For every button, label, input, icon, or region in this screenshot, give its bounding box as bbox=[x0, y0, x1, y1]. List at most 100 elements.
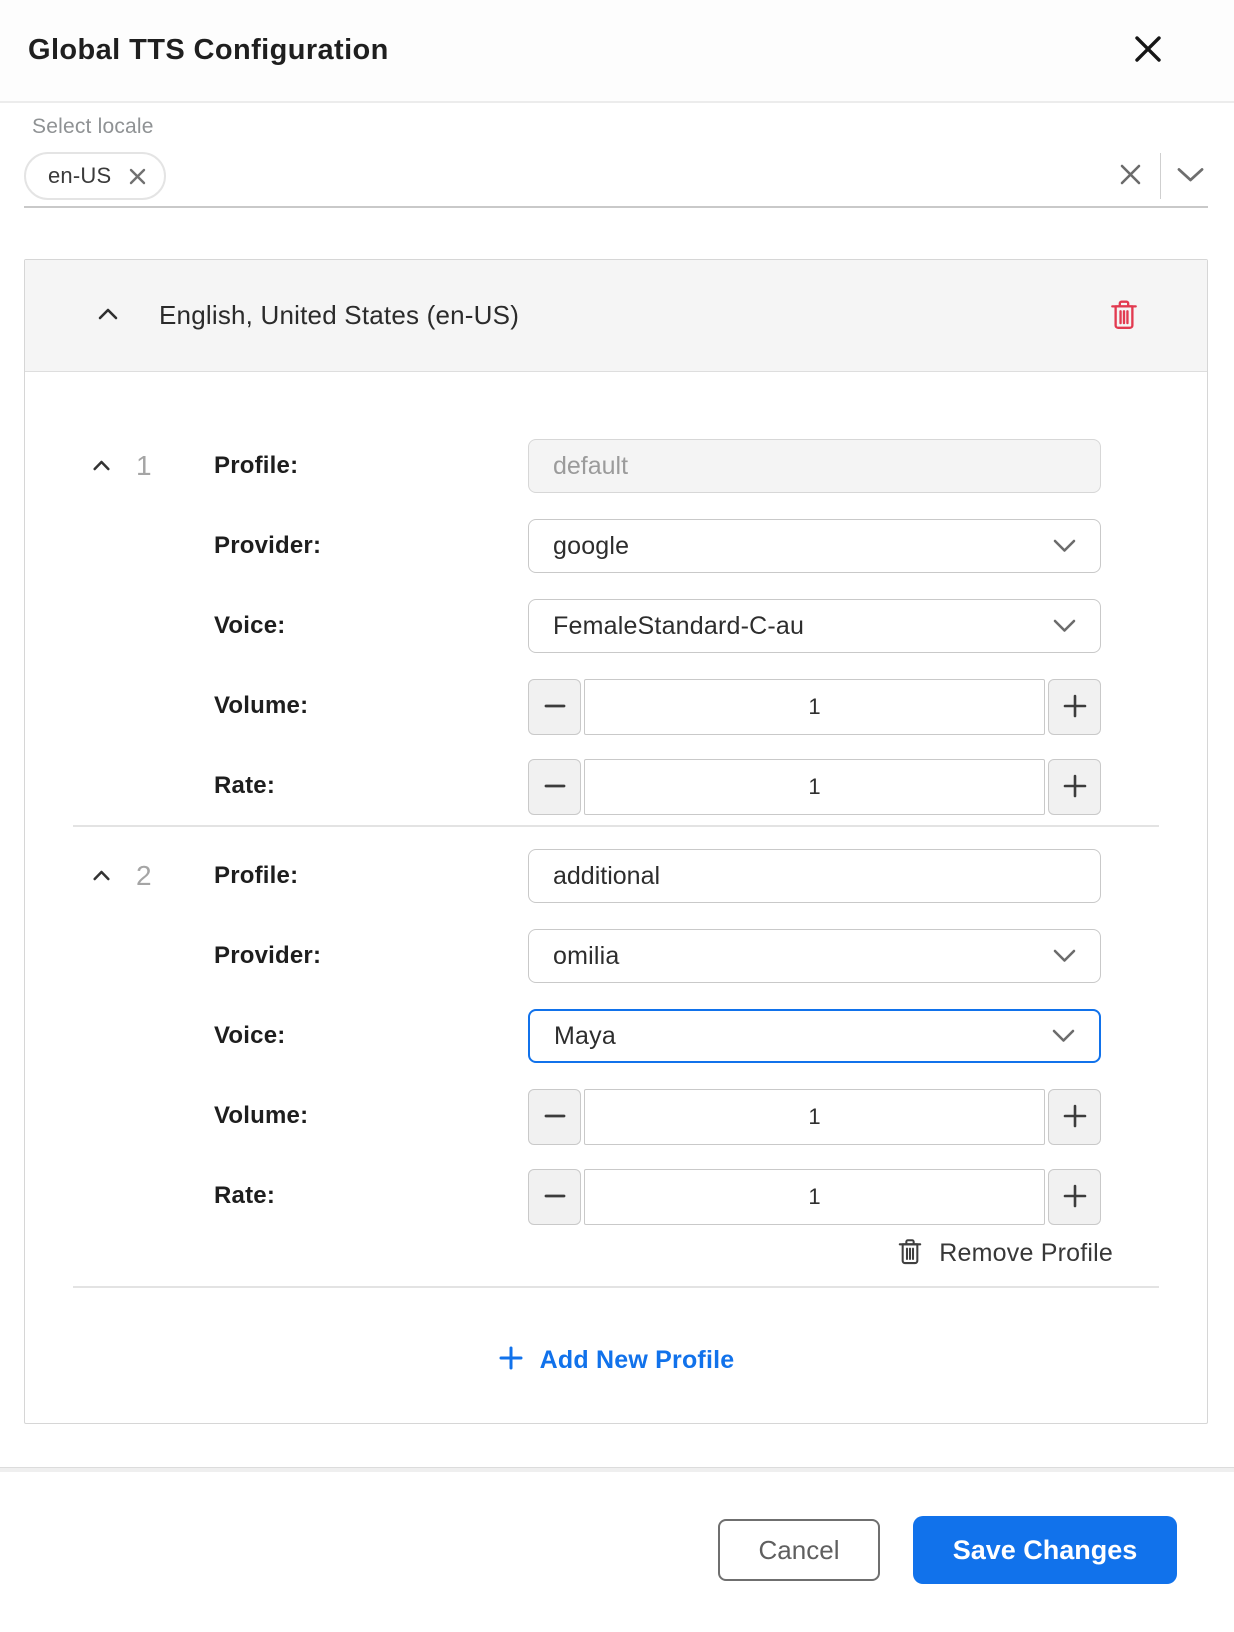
volume-increment-button[interactable] bbox=[1048, 679, 1101, 735]
cancel-button[interactable]: Cancel bbox=[718, 1519, 880, 1581]
profile-index: 2 bbox=[136, 860, 152, 892]
plus-icon bbox=[1062, 1103, 1088, 1132]
provider-select[interactable]: omilia bbox=[528, 929, 1101, 983]
rate-label: Rate: bbox=[214, 1182, 528, 1210]
volume-input[interactable] bbox=[584, 679, 1045, 735]
rate-increment-button[interactable] bbox=[1048, 759, 1101, 815]
chevron-down-icon bbox=[1053, 949, 1076, 963]
minus-icon bbox=[543, 774, 567, 801]
minus-icon bbox=[543, 1184, 567, 1211]
dialog-header: Global TTS Configuration bbox=[0, 0, 1234, 103]
rate-decrement-button[interactable] bbox=[528, 759, 581, 815]
collapse-profile-1-button[interactable] bbox=[89, 455, 114, 478]
rate-stepper bbox=[528, 759, 1101, 815]
locale-chip[interactable]: en-US bbox=[24, 152, 166, 200]
locale-select-input[interactable]: en-US bbox=[24, 152, 1208, 208]
profile-index: 1 bbox=[136, 450, 152, 482]
provider-selected-value: omilia bbox=[553, 942, 620, 971]
volume-row: Volume: bbox=[25, 1089, 1207, 1143]
chevron-down-icon bbox=[1053, 539, 1076, 553]
chevron-down-icon bbox=[1177, 167, 1204, 186]
footer-actions: Cancel Save Changes bbox=[0, 1516, 1234, 1584]
volume-increment-button[interactable] bbox=[1048, 1089, 1101, 1145]
trash-icon-red bbox=[1109, 298, 1139, 333]
controls-divider bbox=[1160, 153, 1161, 199]
locale-card-header[interactable]: English, United States (en-US) bbox=[25, 260, 1207, 372]
provider-row: Provider: omilia bbox=[25, 929, 1207, 983]
volume-decrement-button[interactable] bbox=[528, 1089, 581, 1145]
profile-gutter: 2 bbox=[25, 860, 214, 892]
add-new-profile-button[interactable]: Add New Profile bbox=[25, 1338, 1207, 1382]
volume-label: Volume: bbox=[214, 1102, 528, 1130]
dialog-title: Global TTS Configuration bbox=[28, 34, 389, 67]
volume-label: Volume: bbox=[214, 692, 528, 720]
chevron-down-icon bbox=[1053, 619, 1076, 633]
footer-divider bbox=[0, 1467, 1234, 1472]
close-button[interactable] bbox=[1128, 29, 1168, 72]
voice-row: Voice: FemaleStandard-C-au bbox=[25, 599, 1207, 653]
voice-selected-value: FemaleStandard-C-au bbox=[553, 612, 804, 641]
profile-name-input[interactable] bbox=[528, 849, 1101, 903]
provider-label: Provider: bbox=[214, 942, 528, 970]
chevron-up-icon bbox=[98, 308, 118, 323]
rate-increment-button[interactable] bbox=[1048, 1169, 1101, 1225]
rate-row: Rate: bbox=[25, 1169, 1207, 1223]
trash-icon bbox=[897, 1237, 923, 1270]
rate-input[interactable] bbox=[584, 759, 1045, 815]
locale-chip-label: en-US bbox=[48, 163, 111, 189]
volume-decrement-button[interactable] bbox=[528, 679, 581, 735]
volume-input[interactable] bbox=[584, 1089, 1045, 1145]
locale-select-section: Select locale en-US bbox=[0, 115, 1234, 208]
minus-icon bbox=[543, 1104, 567, 1131]
provider-select[interactable]: google bbox=[528, 519, 1101, 573]
plus-icon bbox=[1062, 693, 1088, 722]
delete-locale-button[interactable] bbox=[1105, 294, 1143, 337]
locale-card-title: English, United States (en-US) bbox=[159, 300, 519, 331]
rate-input[interactable] bbox=[584, 1169, 1045, 1225]
profile-label: Profile: bbox=[214, 862, 528, 890]
remove-profile-button[interactable]: Remove Profile bbox=[25, 1233, 1113, 1273]
open-dropdown-button[interactable] bbox=[1173, 163, 1208, 190]
provider-label: Provider: bbox=[214, 532, 528, 560]
rate-label: Rate: bbox=[214, 772, 528, 800]
chip-remove-icon[interactable] bbox=[127, 166, 148, 187]
rate-stepper bbox=[528, 1169, 1101, 1225]
volume-stepper bbox=[528, 1089, 1101, 1145]
rate-row: Rate: bbox=[25, 759, 1207, 813]
profile-name-row: 2 Profile: bbox=[25, 849, 1207, 903]
minus-icon bbox=[543, 694, 567, 721]
close-icon bbox=[1132, 33, 1164, 68]
voice-select-focused[interactable]: Maya bbox=[528, 1009, 1101, 1063]
remove-profile-label: Remove Profile bbox=[939, 1239, 1113, 1268]
profile-block-2: 2 Profile: Provider: omilia bbox=[25, 849, 1207, 1223]
section-divider bbox=[73, 1286, 1159, 1288]
profile-gutter: 1 bbox=[25, 450, 214, 482]
profile-divider bbox=[73, 825, 1159, 827]
voice-select[interactable]: FemaleStandard-C-au bbox=[528, 599, 1101, 653]
plus-icon bbox=[1062, 773, 1088, 802]
collapse-locale-button[interactable] bbox=[94, 304, 122, 327]
profile-name-input[interactable] bbox=[528, 439, 1101, 493]
chevron-up-icon bbox=[93, 869, 110, 884]
voice-label: Voice: bbox=[214, 612, 528, 640]
profile-label: Profile: bbox=[214, 452, 528, 480]
global-tts-dialog: Global TTS Configuration Select locale e… bbox=[0, 0, 1234, 1632]
volume-row: Volume: bbox=[25, 679, 1207, 733]
save-changes-button[interactable]: Save Changes bbox=[913, 1516, 1177, 1584]
locale-select-controls bbox=[1113, 153, 1208, 199]
chevron-up-icon bbox=[93, 459, 110, 474]
chevron-down-icon bbox=[1052, 1029, 1075, 1043]
add-new-profile-label: Add New Profile bbox=[540, 1346, 735, 1375]
profile-name-row: 1 Profile: bbox=[25, 439, 1207, 493]
clear-selection-button[interactable] bbox=[1113, 157, 1148, 195]
volume-stepper bbox=[528, 679, 1101, 735]
provider-selected-value: google bbox=[553, 532, 629, 561]
rate-decrement-button[interactable] bbox=[528, 1169, 581, 1225]
plus-icon bbox=[498, 1345, 524, 1376]
locale-select-label: Select locale bbox=[32, 115, 1208, 139]
locale-card-en-us: English, United States (en-US) bbox=[24, 259, 1208, 1424]
voice-row: Voice: Maya bbox=[25, 1009, 1207, 1063]
profile-block-1: 1 Profile: Provider: google bbox=[25, 439, 1207, 813]
collapse-profile-2-button[interactable] bbox=[89, 865, 114, 888]
provider-row: Provider: google bbox=[25, 519, 1207, 573]
